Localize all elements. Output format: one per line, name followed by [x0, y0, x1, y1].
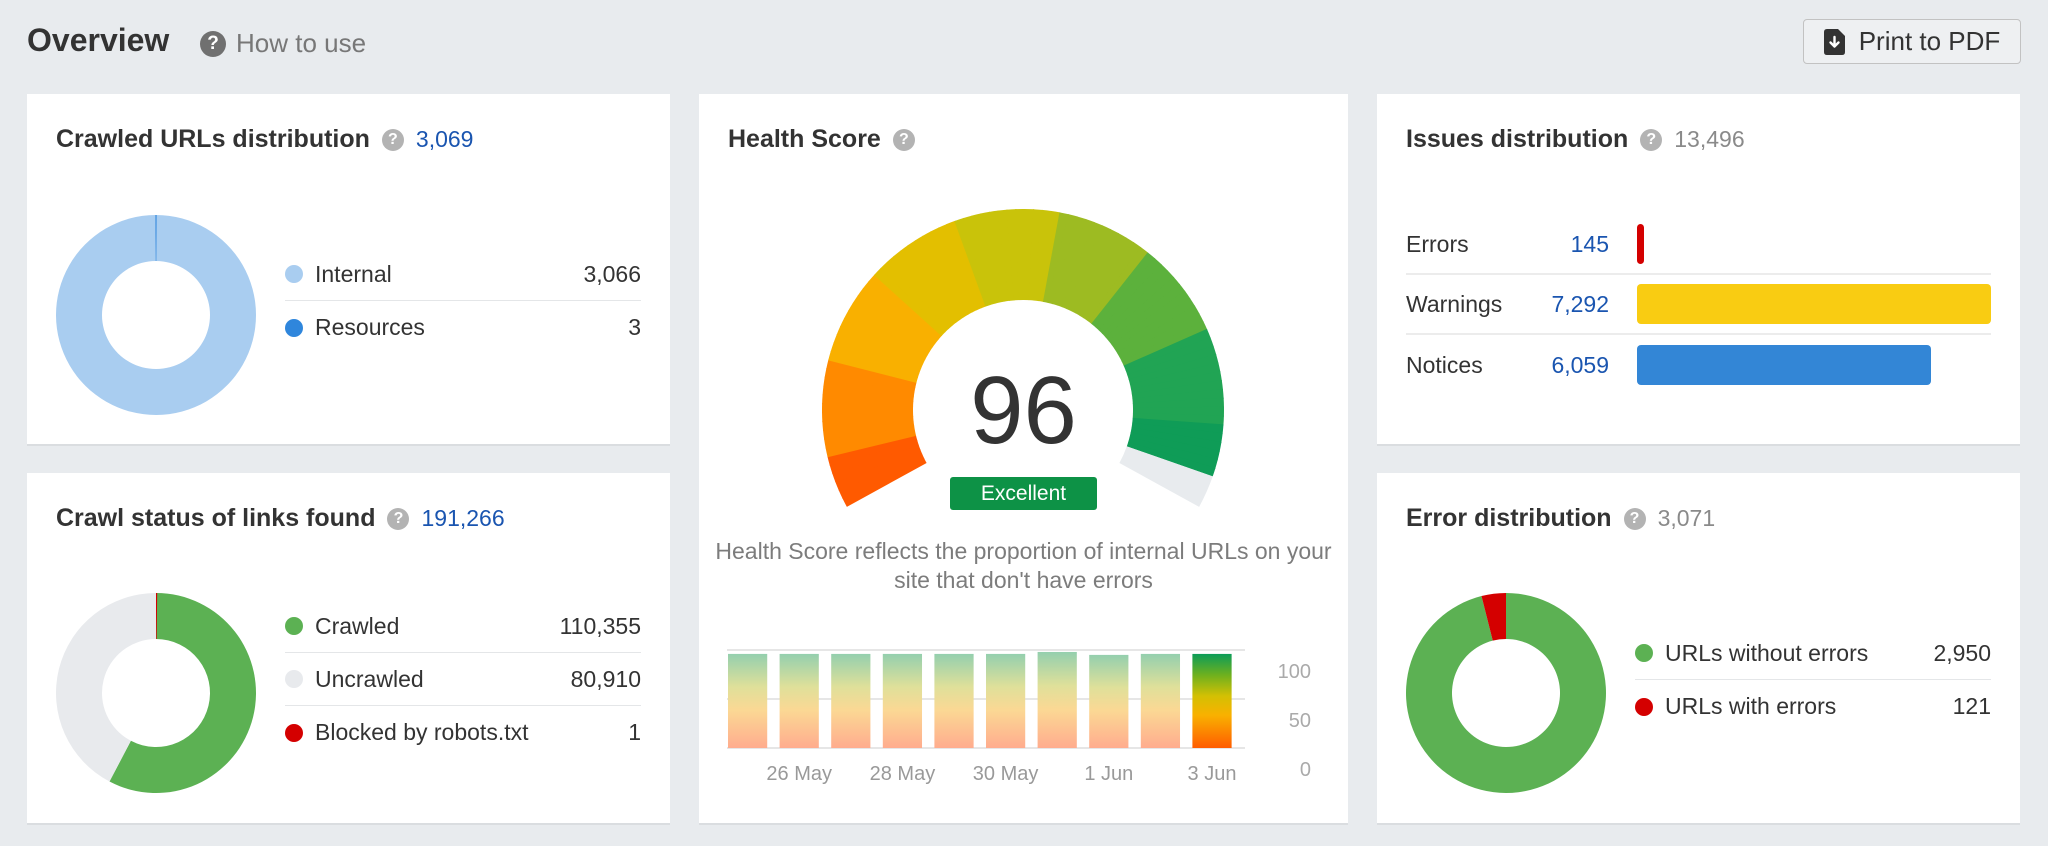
legend-dot — [285, 265, 303, 283]
issue-row-errors[interactable]: Errors 145 — [1406, 215, 1991, 275]
legend-value: 2,950 — [1933, 639, 1991, 666]
crawled-urls-card: Crawled URLs distribution ? 3,069 Intern… — [27, 94, 670, 444]
help-icon[interactable]: ? — [1623, 507, 1646, 530]
issue-row-notices[interactable]: Notices 6,059 — [1406, 335, 1991, 395]
y-tick-label: 50 — [1289, 710, 1311, 732]
health-history-chart: 26 May 28 May 30 May 1 Jun 3 Jun 0 50 100 — [727, 649, 1311, 785]
error-distribution-card: Error distribution ? 3,071 URLs without … — [1377, 473, 2020, 823]
legend-item-blocked[interactable]: Blocked by robots.txt 1 — [285, 706, 641, 759]
issue-bar-errors[interactable] — [1637, 224, 1644, 264]
legend-dot — [1635, 644, 1653, 662]
history-bar-26-may[interactable] — [779, 653, 819, 748]
issue-label: Warnings — [1406, 290, 1503, 317]
issue-bar-track — [1637, 224, 1991, 264]
issue-value[interactable]: 6,059 — [1516, 352, 1609, 379]
total-count: 13,496 — [1674, 126, 1745, 152]
card-title: Health Score — [728, 125, 881, 153]
question-circle-icon: ? — [200, 30, 226, 57]
legend-item-resources[interactable]: Resources 3 — [285, 301, 641, 354]
issue-bar-track — [1637, 284, 1991, 324]
legend-item-uncrawled[interactable]: Uncrawled 80,910 — [285, 653, 641, 706]
x-tick-label: 28 May — [870, 763, 936, 785]
legend-label: Blocked by robots.txt — [315, 719, 529, 745]
total-count[interactable]: 191,266 — [421, 505, 504, 532]
history-bar-27-may[interactable] — [831, 653, 871, 748]
legend-label: URLs with errors — [1665, 693, 1837, 719]
y-tick-label: 0 — [1300, 759, 1311, 781]
legend-value: 3,066 — [583, 260, 641, 287]
total-count: 3,071 — [1657, 505, 1716, 531]
legend-dot — [285, 670, 303, 688]
legend-label: Crawled — [315, 612, 400, 639]
history-bar-1-jun[interactable] — [1089, 654, 1129, 748]
how-to-use-label: How to use — [236, 28, 367, 58]
help-icon[interactable]: ? — [381, 128, 404, 151]
help-icon[interactable]: ? — [892, 128, 915, 151]
issues-list: Errors 145 Warnings 7,292 Notices 6,059 — [1406, 215, 1991, 395]
legend-label: Internal — [315, 260, 392, 287]
crawled-urls-donut — [56, 215, 256, 415]
legend-value: 80,910 — [570, 665, 641, 692]
help-icon[interactable]: ? — [387, 507, 410, 530]
legend-dot — [1635, 697, 1653, 716]
legend-item-crawled[interactable]: Crawled 110,355 — [285, 600, 641, 653]
issue-value[interactable]: 7,292 — [1516, 291, 1609, 318]
legend-value: 121 — [1952, 693, 1991, 719]
issue-value[interactable]: 145 — [1516, 231, 1609, 258]
legend-label: Uncrawled — [315, 665, 424, 692]
legend: Crawled 110,355 Uncrawled 80,910 Blocked… — [285, 600, 641, 759]
legend: URLs without errors 2,950 URLs with erro… — [1635, 627, 1991, 733]
history-bar-29-may[interactable] — [934, 653, 974, 748]
history-bar-25-may[interactable] — [728, 653, 768, 748]
health-score-value: 96 — [970, 357, 1077, 464]
card-title: Crawl status of links found — [56, 504, 376, 532]
history-bar-30-may[interactable] — [986, 653, 1026, 748]
issue-label: Notices — [1406, 351, 1483, 378]
legend-label: URLs without errors — [1665, 639, 1869, 666]
legend-label: Resources — [315, 314, 425, 340]
legend-item-urls-with-errors[interactable]: URLs with errors 121 — [1635, 680, 1991, 733]
page-title: Overview — [27, 22, 170, 58]
legend-item-internal[interactable]: Internal 3,066 — [285, 248, 641, 301]
card-title: Issues distribution — [1406, 125, 1629, 153]
y-tick-label: 100 — [1278, 661, 1311, 683]
print-to-pdf-button[interactable]: Print to PDF — [1803, 19, 2021, 64]
file-download-icon — [1823, 28, 1845, 55]
issue-label: Errors — [1406, 230, 1469, 257]
crawl-status-card: Crawl status of links found ? 191,266 Cr… — [27, 473, 670, 823]
crawl-status-donut — [56, 593, 256, 793]
help-icon[interactable]: ? — [1640, 128, 1663, 151]
issue-row-warnings[interactable]: Warnings 7,292 — [1406, 275, 1991, 335]
legend-value: 1 — [628, 719, 641, 745]
issue-bar-track — [1637, 345, 1991, 385]
card-title: Crawled URLs distribution — [56, 125, 370, 153]
x-tick-label: 26 May — [766, 763, 832, 785]
card-title: Error distribution — [1406, 504, 1612, 532]
legend-dot — [285, 723, 303, 742]
history-bar-3-jun[interactable] — [1192, 653, 1232, 748]
health-rating-badge: Excellent — [950, 477, 1097, 510]
how-to-use-link[interactable]: ? How to use — [200, 28, 366, 59]
history-bar-2-jun[interactable] — [1140, 653, 1181, 748]
print-to-pdf-label: Print to PDF — [1858, 26, 2001, 56]
x-tick-label: 3 Jun — [1188, 763, 1237, 785]
health-score-description: Health Score reflects the proportion of … — [715, 538, 1332, 593]
legend-value: 3 — [628, 314, 641, 340]
issue-bar-warnings[interactable] — [1637, 284, 1991, 324]
x-tick-label: 30 May — [973, 763, 1039, 785]
total-count[interactable]: 3,069 — [416, 126, 474, 153]
issue-bar-notices[interactable] — [1637, 345, 1932, 385]
error-distribution-donut — [1406, 593, 1606, 793]
legend-dot — [285, 617, 303, 635]
history-bar-28-may[interactable] — [882, 653, 923, 748]
legend-value: 110,355 — [559, 612, 641, 639]
legend-item-urls-without-errors[interactable]: URLs without errors 2,950 — [1635, 627, 1991, 680]
history-bar-31-may[interactable] — [1037, 651, 1077, 748]
health-score-card: Health Score ? 96 Excellent Health Score… — [699, 94, 1348, 823]
x-tick-label: 1 Jun — [1084, 763, 1133, 785]
legend: Internal 3,066 Resources 3 — [285, 248, 641, 354]
issues-distribution-card: Issues distribution ? 13,496 Errors 145 … — [1377, 94, 2020, 444]
legend-dot — [285, 318, 303, 337]
